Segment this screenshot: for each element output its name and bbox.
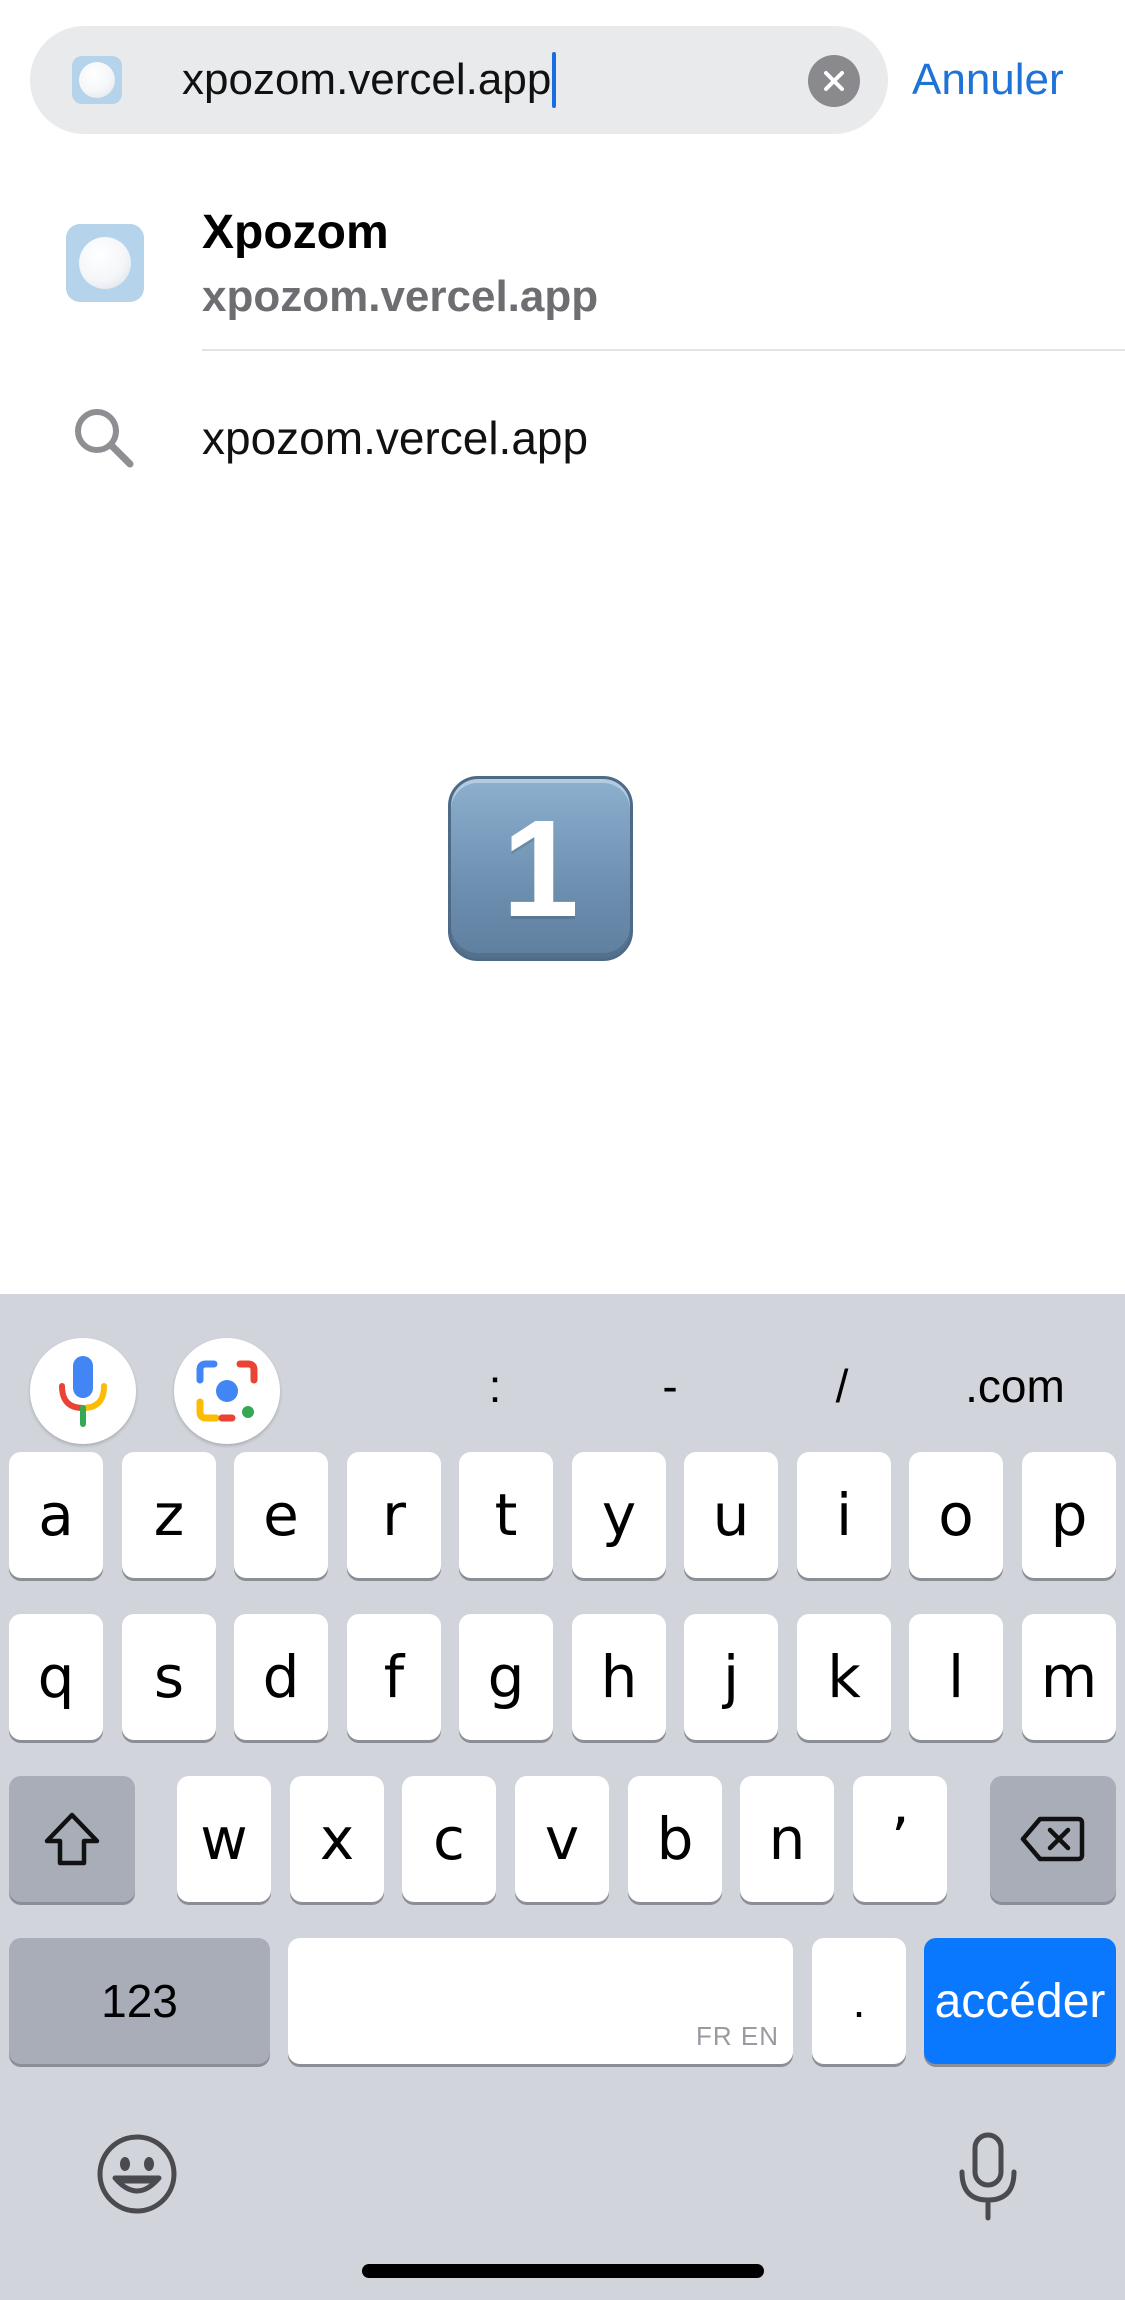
lens-search-button[interactable] <box>174 1338 280 1444</box>
key-g[interactable]: g <box>459 1614 553 1740</box>
space-language-label: FR EN <box>696 2021 779 2051</box>
key-j[interactable]: j <box>684 1614 778 1740</box>
key-s[interactable]: s <box>122 1614 216 1740</box>
close-icon <box>824 71 844 91</box>
url-input[interactable]: xpozom.vercel.app <box>182 52 557 108</box>
key-p[interactable]: p <box>1022 1452 1116 1578</box>
key-x[interactable]: x <box>290 1776 384 1902</box>
key-y[interactable]: y <box>572 1452 666 1578</box>
keycap-digit: 1 <box>502 791 579 946</box>
shortcut-colon-key[interactable]: : <box>470 1356 520 1416</box>
key-h[interactable]: h <box>572 1614 666 1740</box>
shortcut-slash-key[interactable]: / <box>817 1356 867 1416</box>
key-z[interactable]: z <box>122 1452 216 1578</box>
key-c[interactable]: c <box>402 1776 496 1902</box>
site-suggestion-title: Xpozom <box>202 206 389 259</box>
keyboard: : - / .com a z e r t y u i o p q s d f g… <box>0 1294 1125 2300</box>
key-l[interactable]: l <box>909 1614 1003 1740</box>
keycap-one-icon: 1 <box>448 776 633 961</box>
shortcut-dash-key[interactable]: - <box>645 1356 695 1416</box>
clear-text-button[interactable] <box>808 55 860 107</box>
key-apostrophe[interactable]: ’ <box>853 1776 947 1902</box>
emoji-icon[interactable] <box>95 2132 179 2216</box>
site-suggestion-url: xpozom.vercel.app <box>202 272 599 321</box>
microphone-icon <box>59 1356 107 1427</box>
backspace-icon <box>1020 1816 1085 1862</box>
cancel-button[interactable]: Annuler <box>912 50 1064 110</box>
key-e[interactable]: e <box>234 1452 328 1578</box>
backspace-key[interactable] <box>990 1776 1116 1902</box>
home-indicator[interactable] <box>362 2264 764 2278</box>
shift-icon <box>44 1812 100 1866</box>
key-r[interactable]: r <box>347 1452 441 1578</box>
key-o[interactable]: o <box>909 1452 1003 1578</box>
site-favicon-icon <box>72 56 122 104</box>
address-bar[interactable]: xpozom.vercel.app <box>30 26 888 134</box>
key-w[interactable]: w <box>177 1776 271 1902</box>
voice-search-button[interactable] <box>30 1338 136 1444</box>
key-f[interactable]: f <box>347 1614 441 1740</box>
google-lens-icon <box>196 1360 258 1422</box>
period-key[interactable]: . <box>812 1938 906 2064</box>
key-q[interactable]: q <box>9 1614 103 1740</box>
url-input-text: xpozom.vercel.app <box>182 55 552 104</box>
numbers-key[interactable]: 123 <box>9 1938 270 2064</box>
key-t[interactable]: t <box>459 1452 553 1578</box>
shift-key[interactable] <box>9 1776 135 1902</box>
shortcut-dotcom-key[interactable]: .com <box>950 1356 1080 1416</box>
key-a[interactable]: a <box>9 1452 103 1578</box>
search-icon <box>75 409 134 468</box>
key-v[interactable]: v <box>515 1776 609 1902</box>
key-m[interactable]: m <box>1022 1614 1116 1740</box>
space-bar[interactable]: FR EN <box>288 1938 793 2064</box>
key-k[interactable]: k <box>797 1614 891 1740</box>
suggestion-divider <box>202 349 1125 351</box>
site-suggestion-icon <box>66 224 144 302</box>
key-d[interactable]: d <box>234 1614 328 1740</box>
key-n[interactable]: n <box>740 1776 834 1902</box>
key-i[interactable]: i <box>797 1452 891 1578</box>
key-u[interactable]: u <box>684 1452 778 1578</box>
search-suggestion-text: xpozom.vercel.app <box>202 412 589 464</box>
dictation-microphone-icon[interactable] <box>955 2132 1021 2222</box>
text-cursor <box>552 52 557 108</box>
go-key[interactable]: accéder <box>924 1938 1116 2064</box>
key-b[interactable]: b <box>628 1776 722 1902</box>
